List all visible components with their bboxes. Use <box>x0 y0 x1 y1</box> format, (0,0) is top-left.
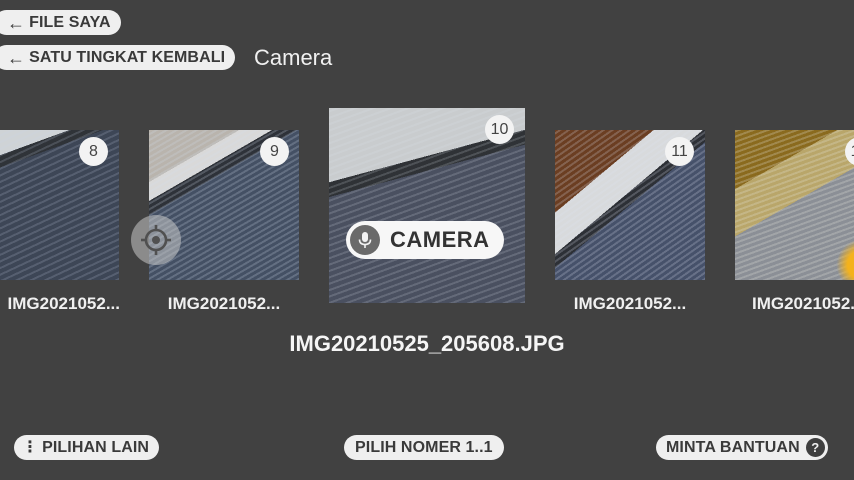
voice-command-pill[interactable]: CAMERA <box>346 221 504 259</box>
help-label: MINTA BANTUAN <box>666 438 800 456</box>
my-files-label: FILE SAYA <box>29 13 111 31</box>
more-options-button[interactable]: ⋮ PILIHAN LAIN <box>14 435 160 460</box>
back-arrow-icon: ← <box>7 12 26 33</box>
up-one-level-label: SATU TINGKAT KEMBALI <box>29 48 226 66</box>
microphone-icon <box>350 225 380 255</box>
thumbnail-filename: IMG2021052... <box>7 294 120 313</box>
thumbnail-filename: IMG2021052... <box>167 294 281 313</box>
folder-title: Camera <box>254 45 333 70</box>
file-browser-screen: ← FILE SAYA ← SATU TINGKAT KEMBALI Camer… <box>0 0 854 480</box>
pick-number-button[interactable]: PILIH NOMER 1..1 <box>344 435 504 460</box>
more-options-label: PILIHAN LAIN <box>42 438 150 456</box>
my-files-button[interactable]: ← FILE SAYA <box>0 10 121 35</box>
thumbnail-filename: IMG2021052... <box>573 294 687 313</box>
more-vertical-icon: ⋮ <box>22 438 39 456</box>
item-number-badge: 8 <box>79 137 108 166</box>
back-arrow-icon: ← <box>7 47 26 68</box>
crosshair-icon[interactable] <box>131 215 181 265</box>
selected-filename: IMG20210525_205608.JPG <box>289 331 565 356</box>
help-icon: ? <box>805 438 825 457</box>
voice-command-label: CAMERA <box>390 227 490 252</box>
help-button[interactable]: MINTA BANTUAN ? <box>656 435 828 460</box>
item-number-badge: 9 <box>260 137 289 166</box>
item-number-badge: 11 <box>665 137 694 166</box>
thumbnail-filename: IMG2021052... <box>752 294 854 313</box>
up-one-level-button[interactable]: ← SATU TINGKAT KEMBALI <box>0 45 236 70</box>
photo-thumbnail[interactable] <box>735 130 854 280</box>
item-number-badge: 10 <box>485 115 514 144</box>
pick-number-label: PILIH NOMER 1..1 <box>355 438 493 456</box>
